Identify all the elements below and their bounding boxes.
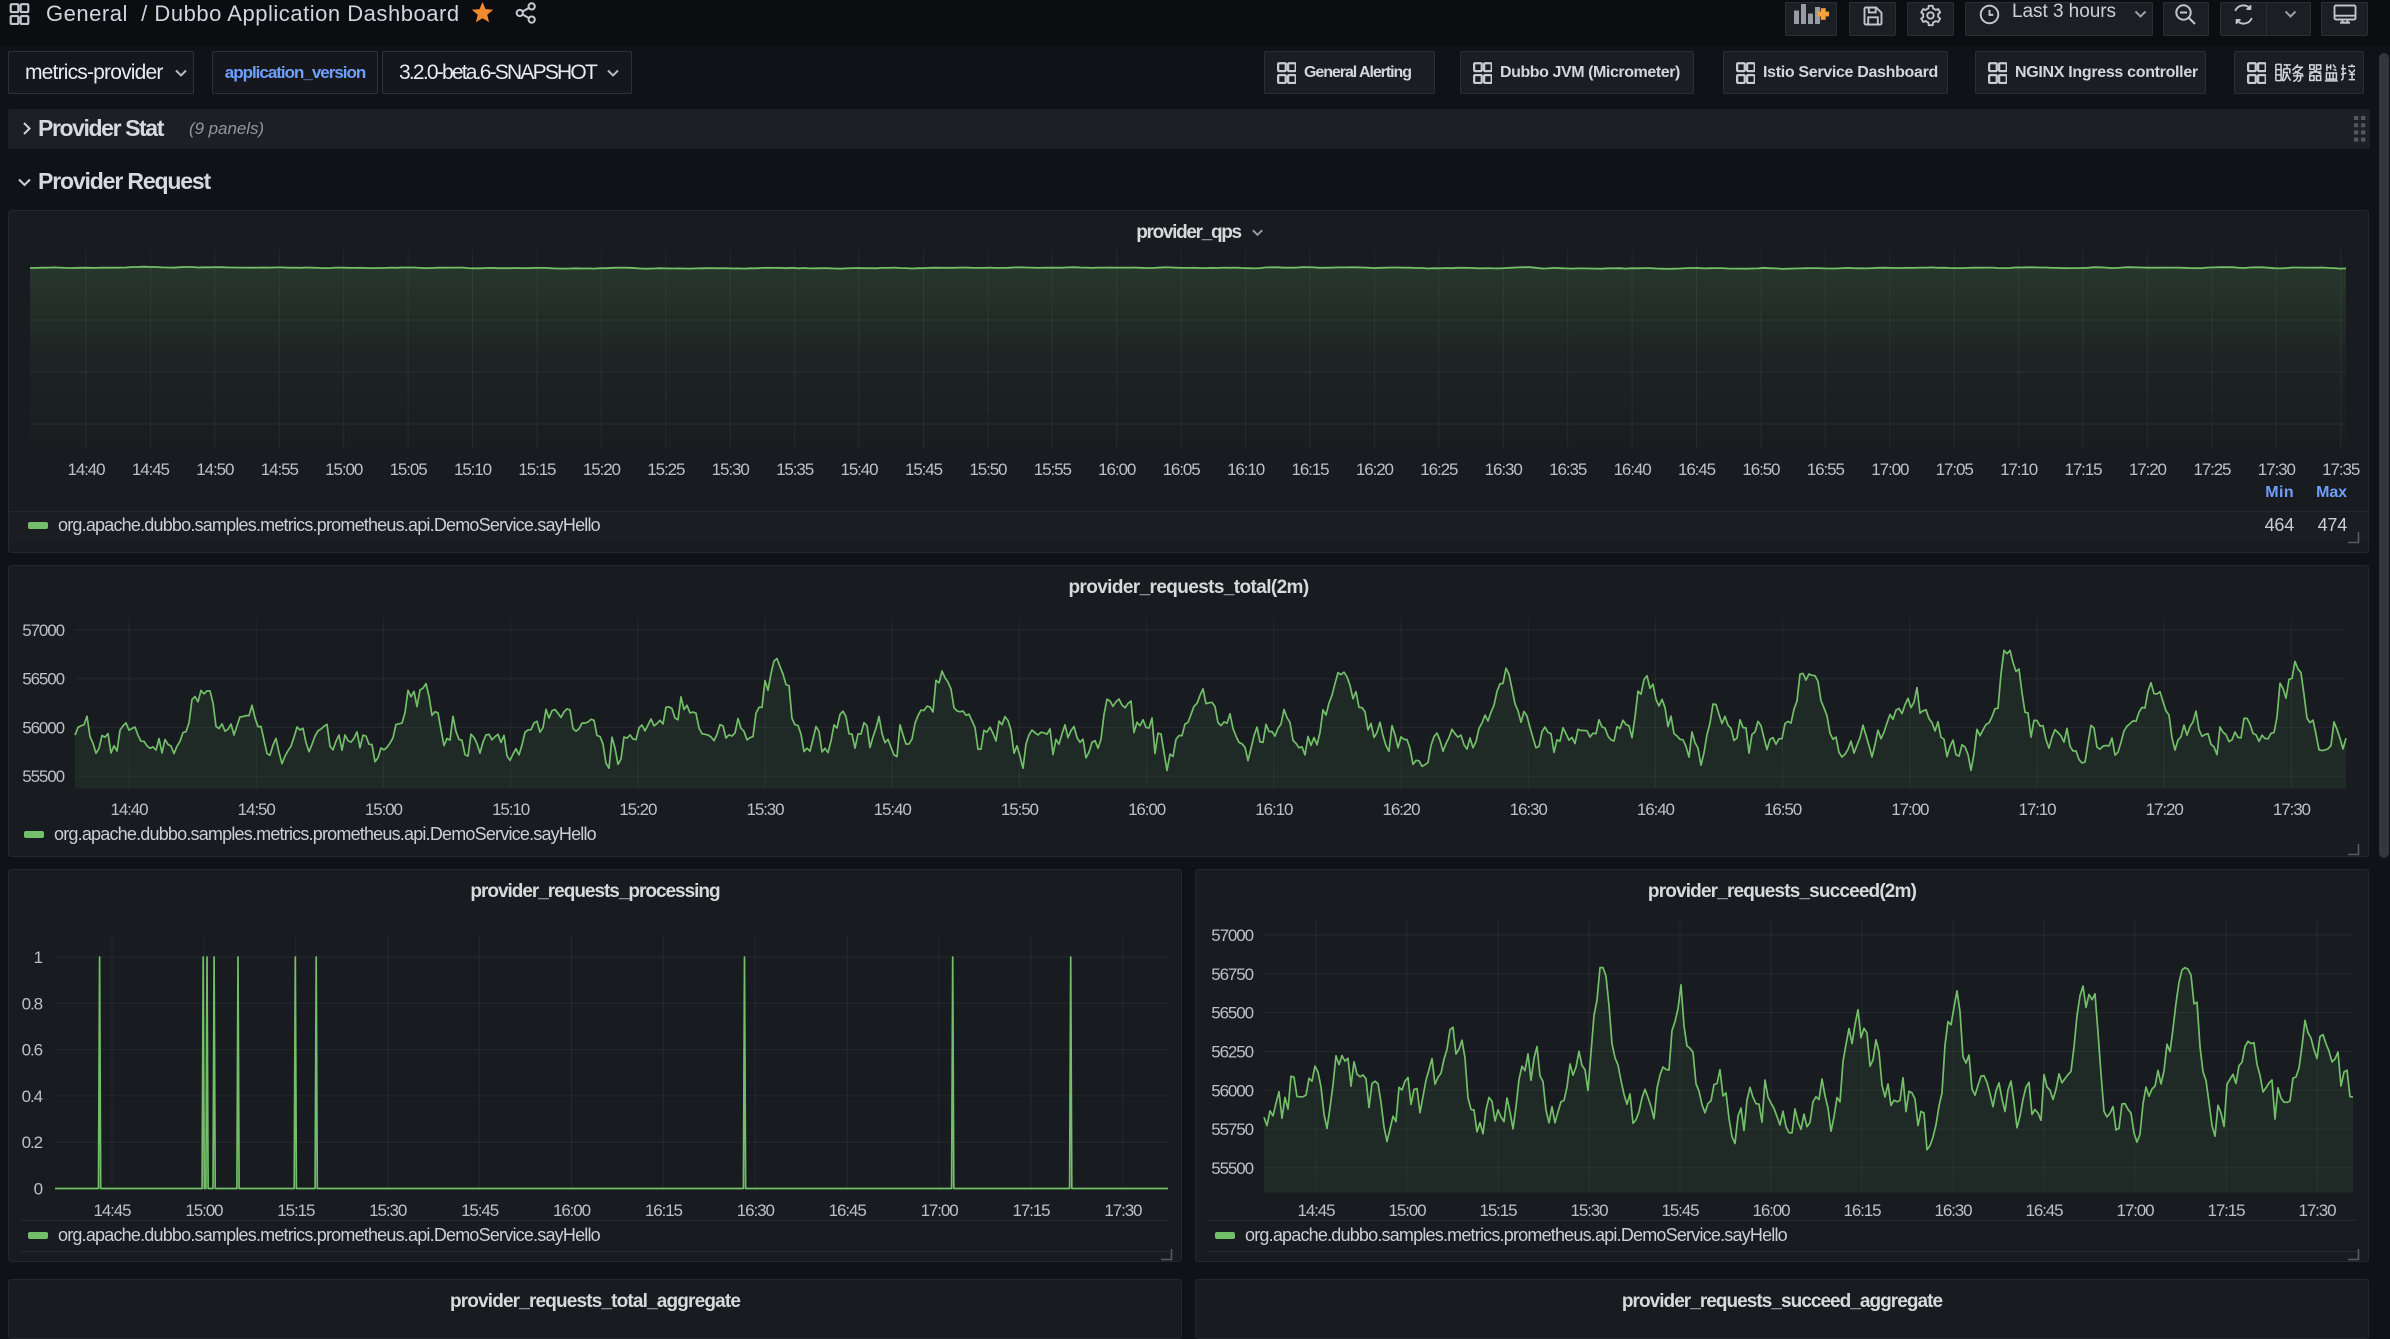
svg-text:15:30: 15:30 — [369, 1201, 407, 1220]
svg-text:16:50: 16:50 — [1764, 800, 1802, 819]
svg-text:0.4: 0.4 — [22, 1087, 43, 1106]
svg-text:0.6: 0.6 — [22, 1041, 43, 1060]
svg-text:56750: 56750 — [1211, 965, 1253, 984]
svg-text:15:30: 15:30 — [746, 800, 784, 819]
svg-text:16:05: 16:05 — [1163, 460, 1201, 479]
svg-text:14:40: 14:40 — [67, 460, 105, 479]
svg-text:17:35: 17:35 — [2322, 460, 2360, 479]
svg-text:0.8: 0.8 — [22, 994, 43, 1013]
svg-text:55750: 55750 — [1211, 1120, 1253, 1139]
svg-text:17:30: 17:30 — [2298, 1201, 2336, 1220]
svg-text:15:15: 15:15 — [518, 460, 556, 479]
svg-text:16:45: 16:45 — [829, 1201, 867, 1220]
svg-text:0: 0 — [34, 1180, 43, 1199]
svg-text:14:40: 14:40 — [110, 800, 148, 819]
svg-text:17:15: 17:15 — [2064, 460, 2102, 479]
svg-text:16:15: 16:15 — [645, 1201, 683, 1220]
svg-text:15:10: 15:10 — [454, 460, 492, 479]
svg-text:16:45: 16:45 — [1678, 460, 1716, 479]
svg-text:15:15: 15:15 — [1479, 1201, 1517, 1220]
svg-text:14:45: 14:45 — [93, 1201, 131, 1220]
svg-text:16:10: 16:10 — [1255, 800, 1293, 819]
svg-text:16:30: 16:30 — [737, 1201, 775, 1220]
svg-text:16:15: 16:15 — [1843, 1201, 1881, 1220]
svg-text:15:40: 15:40 — [840, 460, 878, 479]
svg-text:15:05: 15:05 — [390, 460, 428, 479]
svg-text:17:00: 17:00 — [2116, 1201, 2154, 1220]
svg-text:16:10: 16:10 — [1227, 460, 1265, 479]
svg-text:17:25: 17:25 — [2193, 460, 2231, 479]
svg-text:16:45: 16:45 — [2025, 1201, 2063, 1220]
svg-text:16:00: 16:00 — [1128, 800, 1166, 819]
svg-text:17:00: 17:00 — [1871, 460, 1909, 479]
svg-text:55500: 55500 — [22, 767, 64, 786]
svg-text:15:00: 15:00 — [1388, 1201, 1426, 1220]
svg-text:15:10: 15:10 — [492, 800, 530, 819]
svg-text:17:30: 17:30 — [2258, 460, 2296, 479]
svg-text:15:45: 15:45 — [461, 1201, 499, 1220]
svg-text:15:30: 15:30 — [1570, 1201, 1608, 1220]
svg-text:17:30: 17:30 — [2273, 800, 2311, 819]
svg-text:15:40: 15:40 — [874, 800, 912, 819]
svg-text:56000: 56000 — [22, 718, 64, 737]
svg-text:15:25: 15:25 — [647, 460, 685, 479]
svg-text:14:45: 14:45 — [1297, 1201, 1335, 1220]
svg-text:56500: 56500 — [1211, 1004, 1253, 1023]
svg-text:57000: 57000 — [22, 621, 64, 640]
svg-text:14:50: 14:50 — [238, 800, 276, 819]
svg-text:17:15: 17:15 — [1012, 1201, 1050, 1220]
svg-text:17:15: 17:15 — [2207, 1201, 2245, 1220]
svg-text:17:00: 17:00 — [1891, 800, 1929, 819]
svg-text:16:50: 16:50 — [1742, 460, 1780, 479]
svg-text:16:30: 16:30 — [1485, 460, 1523, 479]
svg-text:16:30: 16:30 — [1934, 1201, 1972, 1220]
svg-text:0.2: 0.2 — [22, 1133, 43, 1152]
svg-text:17:20: 17:20 — [2146, 800, 2184, 819]
svg-text:16:30: 16:30 — [1510, 800, 1548, 819]
svg-text:15:15: 15:15 — [277, 1201, 315, 1220]
svg-text:15:50: 15:50 — [1001, 800, 1039, 819]
svg-text:15:20: 15:20 — [619, 800, 657, 819]
svg-text:16:55: 16:55 — [1807, 460, 1845, 479]
svg-text:15:50: 15:50 — [969, 460, 1007, 479]
svg-text:17:20: 17:20 — [2129, 460, 2167, 479]
svg-text:17:30: 17:30 — [1104, 1201, 1142, 1220]
svg-text:55500: 55500 — [1211, 1159, 1253, 1178]
svg-text:16:25: 16:25 — [1420, 460, 1458, 479]
svg-text:14:50: 14:50 — [196, 460, 234, 479]
svg-text:16:40: 16:40 — [1637, 800, 1675, 819]
svg-text:57000: 57000 — [1211, 926, 1253, 945]
svg-text:15:00: 15:00 — [185, 1201, 223, 1220]
svg-text:15:45: 15:45 — [905, 460, 943, 479]
svg-text:56500: 56500 — [22, 670, 64, 689]
svg-text:14:55: 14:55 — [261, 460, 299, 479]
svg-text:17:10: 17:10 — [2000, 460, 2038, 479]
svg-text:16:00: 16:00 — [1752, 1201, 1790, 1220]
svg-text:16:15: 16:15 — [1291, 460, 1329, 479]
svg-text:15:45: 15:45 — [1661, 1201, 1699, 1220]
svg-text:17:10: 17:10 — [2018, 800, 2056, 819]
svg-text:15:00: 15:00 — [325, 460, 363, 479]
svg-text:15:30: 15:30 — [712, 460, 750, 479]
svg-text:1: 1 — [34, 948, 43, 967]
svg-text:15:00: 15:00 — [365, 800, 403, 819]
svg-text:16:00: 16:00 — [553, 1201, 591, 1220]
svg-text:16:35: 16:35 — [1549, 460, 1587, 479]
svg-text:16:20: 16:20 — [1382, 800, 1420, 819]
svg-text:16:00: 16:00 — [1098, 460, 1136, 479]
svg-text:16:20: 16:20 — [1356, 460, 1394, 479]
svg-text:56250: 56250 — [1211, 1043, 1253, 1062]
svg-text:14:45: 14:45 — [132, 460, 170, 479]
svg-text:16:40: 16:40 — [1614, 460, 1652, 479]
svg-text:17:00: 17:00 — [921, 1201, 959, 1220]
svg-text:15:35: 15:35 — [776, 460, 814, 479]
svg-text:17:05: 17:05 — [1936, 460, 1974, 479]
svg-text:15:20: 15:20 — [583, 460, 621, 479]
svg-text:15:55: 15:55 — [1034, 460, 1072, 479]
svg-text:56000: 56000 — [1211, 1081, 1253, 1100]
